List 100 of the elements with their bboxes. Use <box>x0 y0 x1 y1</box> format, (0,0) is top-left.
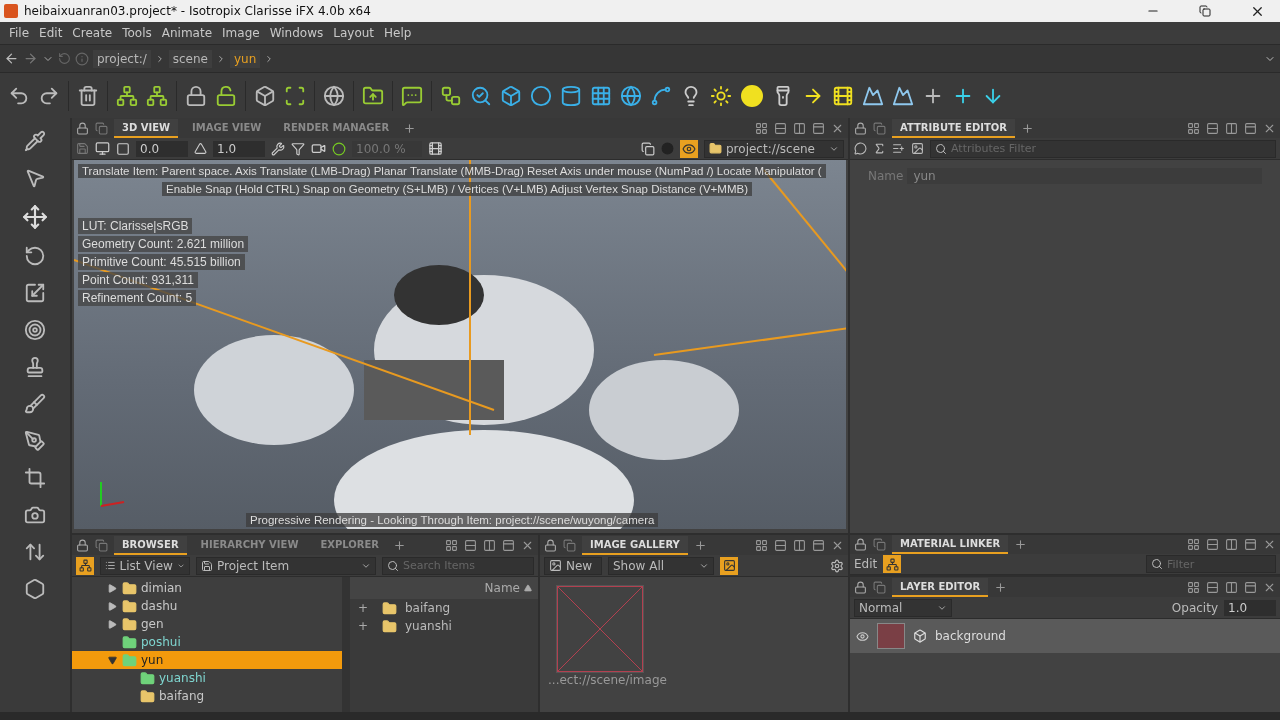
folder-icon[interactable] <box>382 600 397 616</box>
new-button[interactable]: New <box>544 556 602 575</box>
column-header[interactable]: Name <box>350 577 538 599</box>
menu-item[interactable]: File <box>4 26 35 40</box>
chat-icon[interactable] <box>401 84 423 107</box>
panel-icon[interactable] <box>95 121 108 135</box>
columns-layout-icon[interactable] <box>1225 121 1238 135</box>
grid-layout-icon[interactable] <box>1187 121 1200 135</box>
brush-icon[interactable] <box>24 393 46 415</box>
menu-item[interactable]: Edit <box>34 26 68 40</box>
move-icon[interactable] <box>22 204 48 230</box>
add-tab-icon[interactable] <box>1014 538 1028 551</box>
search-icon[interactable] <box>935 142 947 155</box>
expand-arrow-icon[interactable] <box>108 619 117 629</box>
folder-icon[interactable] <box>382 618 397 634</box>
menu-item[interactable]: Tools <box>117 26 157 40</box>
arrow-updown-icon[interactable] <box>24 541 46 563</box>
camera-icon[interactable] <box>311 141 326 156</box>
columns-layout-icon[interactable] <box>793 538 806 552</box>
opacity-field[interactable]: 1.0 <box>1224 599 1276 616</box>
scale-icon[interactable] <box>24 282 46 304</box>
context-dropdown[interactable]: project://scene <box>704 139 844 158</box>
panel-tab[interactable]: IMAGE GALLERY <box>582 535 688 555</box>
tree-row[interactable]: yun <box>72 651 342 669</box>
panel-icon[interactable] <box>873 580 886 594</box>
crop-icon[interactable] <box>24 467 46 489</box>
item-icon[interactable] <box>201 559 213 572</box>
add-tab-icon[interactable] <box>693 538 707 552</box>
rotate-icon[interactable] <box>24 245 46 267</box>
panel-layout-icon[interactable] <box>1244 538 1257 551</box>
folder-icon[interactable] <box>122 580 137 596</box>
add-tab-icon[interactable] <box>403 121 417 135</box>
panel-tab[interactable]: 3D VIEW <box>114 118 179 138</box>
target-icon[interactable] <box>24 319 46 341</box>
pen-icon[interactable] <box>24 430 46 452</box>
tree-row[interactable]: yuanshi <box>72 669 342 687</box>
panel-layout-icon[interactable] <box>812 121 825 135</box>
panel-tab[interactable]: IMAGE VIEW <box>184 118 270 138</box>
sigma-icon[interactable] <box>873 142 886 155</box>
panel-layout-icon[interactable] <box>812 538 825 552</box>
rows-layout-icon[interactable] <box>464 538 477 552</box>
panel-tab[interactable]: RENDER MANAGER <box>275 118 398 138</box>
gamma-field[interactable]: 1.0 <box>213 140 265 157</box>
columns-layout-icon[interactable] <box>793 121 806 135</box>
hierarchy-icon[interactable] <box>146 84 168 107</box>
hierarchy-icon[interactable] <box>116 84 138 107</box>
gamma-icon[interactable] <box>194 142 207 155</box>
lock-icon[interactable] <box>76 538 89 552</box>
tree-row[interactable]: dimian <box>72 579 342 597</box>
folder-icon[interactable] <box>122 598 137 614</box>
cylinder-icon[interactable] <box>560 84 582 107</box>
sun-icon[interactable] <box>710 84 732 107</box>
panel-icon[interactable] <box>563 538 576 552</box>
filter-icon[interactable] <box>291 141 305 156</box>
lock-icon[interactable] <box>854 580 867 594</box>
render-toggle-icon[interactable] <box>332 141 346 156</box>
folder-icon[interactable] <box>140 688 155 704</box>
pointer-icon[interactable] <box>24 167 46 189</box>
cube-icon[interactable] <box>500 84 522 107</box>
menu-item[interactable]: Layout <box>328 26 380 40</box>
globe-icon[interactable] <box>323 84 345 107</box>
image-icon[interactable] <box>549 559 562 572</box>
menu-item[interactable]: Windows <box>264 26 329 40</box>
columns-layout-icon[interactable] <box>483 538 496 552</box>
list-row[interactable]: + yuanshi <box>350 617 538 635</box>
grid-layout-icon[interactable] <box>755 538 768 552</box>
rows-layout-icon[interactable] <box>1206 538 1219 551</box>
back-icon[interactable] <box>4 51 19 66</box>
path-crumb[interactable]: yun <box>229 49 261 68</box>
lock-icon[interactable] <box>854 538 867 551</box>
path-crumb[interactable]: scene <box>168 49 212 68</box>
tools-icon[interactable] <box>271 141 285 156</box>
mountain-icon[interactable] <box>862 84 884 107</box>
search-icon[interactable] <box>387 559 399 572</box>
cube-icon[interactable] <box>254 84 276 107</box>
eye-icon[interactable] <box>856 629 869 643</box>
panel-tab[interactable]: BROWSER <box>114 535 187 555</box>
grid-layout-icon[interactable] <box>1187 580 1200 594</box>
tree-row[interactable]: dashu <box>72 597 342 615</box>
film-icon[interactable] <box>428 141 443 156</box>
panel-layout-icon[interactable] <box>1244 580 1257 594</box>
panel-tab[interactable]: LAYER EDITOR <box>892 577 989 597</box>
columns-layout-icon[interactable] <box>1225 538 1238 551</box>
folder-icon[interactable] <box>122 616 137 632</box>
list-icon[interactable] <box>105 559 116 572</box>
curve-icon[interactable] <box>650 84 672 107</box>
sort-arrow-icon[interactable] <box>524 584 532 592</box>
panel-tab[interactable]: HIERARCHY VIEW <box>192 535 307 555</box>
unlock-icon[interactable] <box>215 84 237 107</box>
restore-icon[interactable] <box>1199 5 1211 17</box>
tree-row[interactable]: poshui <box>72 633 342 651</box>
render-scene-drawing[interactable] <box>74 160 846 529</box>
panel-tab[interactable]: MATERIAL LINKER <box>892 535 1009 554</box>
lock-icon[interactable] <box>544 538 557 552</box>
nodes-icon[interactable] <box>440 84 462 107</box>
panel-icon[interactable] <box>873 538 886 551</box>
view-mode-dropdown[interactable]: List View <box>100 556 190 575</box>
trash-icon[interactable] <box>77 84 99 107</box>
snapshot-icon[interactable] <box>641 141 655 156</box>
sphere-icon[interactable] <box>530 84 552 107</box>
